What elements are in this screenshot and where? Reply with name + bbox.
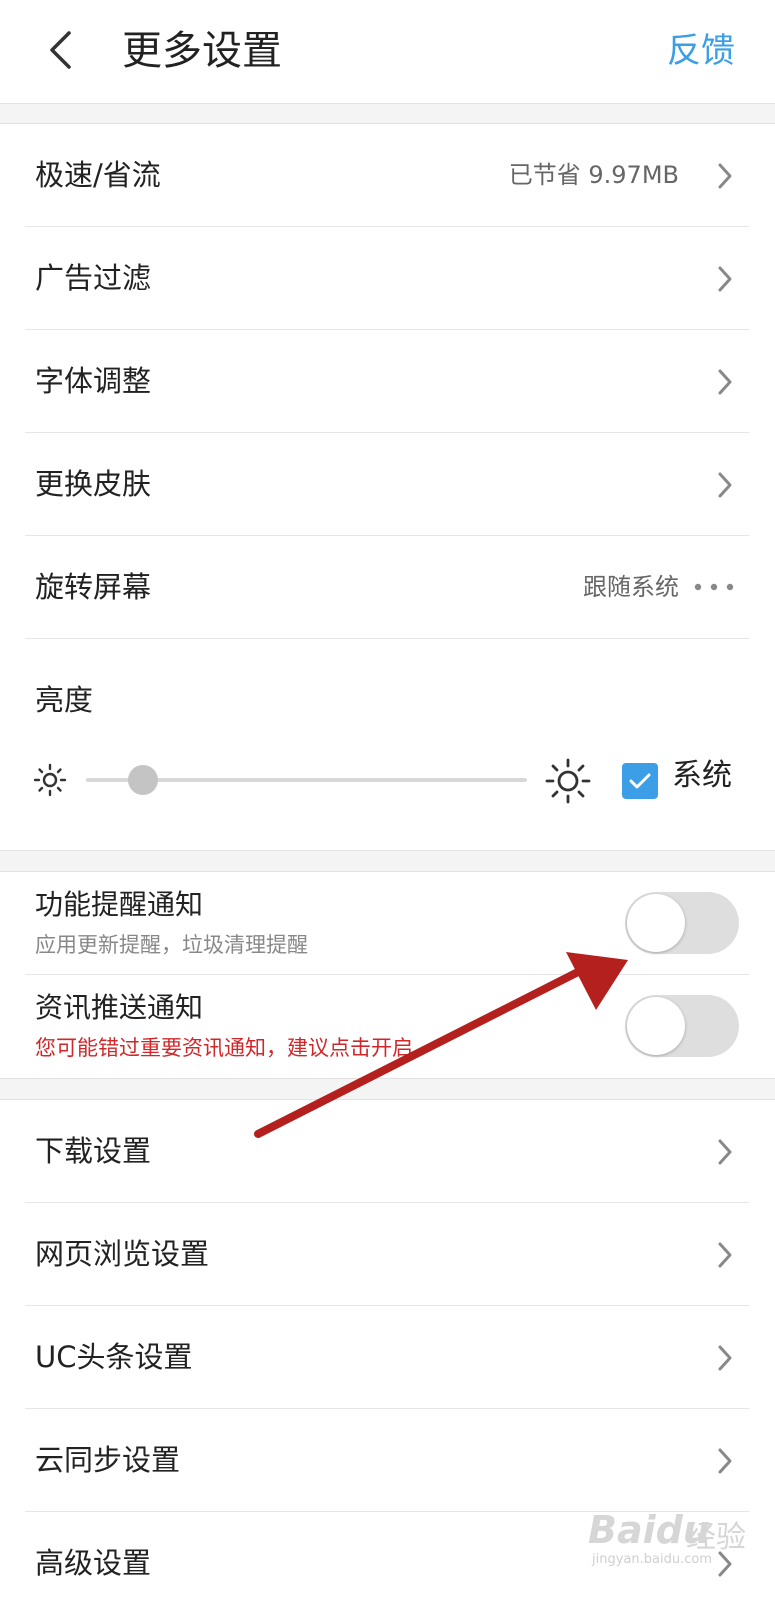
sun-dim-icon — [33, 763, 67, 797]
row-label: 云同步设置 — [35, 1443, 181, 1477]
row-value: 已节省 9.97MB — [508, 161, 679, 189]
row-label: 字体调整 — [35, 364, 152, 398]
news-push-toggle[interactable] — [625, 995, 739, 1057]
watermark-cn: 经验 — [686, 1520, 746, 1555]
notif-title: 功能提醒通知 — [35, 888, 204, 921]
section-gap — [0, 1078, 775, 1100]
feedback-button[interactable]: 反馈 — [667, 26, 735, 76]
toggle-knob — [627, 894, 685, 952]
chevron-right-icon — [718, 163, 732, 189]
chevron-right-icon — [718, 1448, 732, 1474]
chevron-right-icon — [718, 1139, 732, 1165]
page-title: 更多设置 — [122, 28, 282, 74]
chevron-right-icon — [718, 1345, 732, 1371]
chevron-left-icon — [50, 31, 71, 69]
settings-row-uc-headlines[interactable]: UC头条设置 — [25, 1306, 749, 1409]
brightness-label: 亮度 — [35, 683, 94, 717]
settings-row-download[interactable]: 下载设置 — [25, 1100, 749, 1203]
settings-row-web-browsing[interactable]: 网页浏览设置 — [25, 1203, 749, 1306]
row-value: 跟随系统 — [583, 573, 679, 601]
row-label: 网页浏览设置 — [35, 1237, 210, 1271]
settings-row-speed-saving[interactable]: 极速/省流 已节省 9.97MB — [25, 124, 749, 227]
feature-reminder-toggle[interactable] — [625, 892, 739, 954]
settings-row-font-size[interactable]: 字体调整 — [25, 330, 749, 433]
sun-bright-icon — [545, 758, 591, 804]
notif-row-feature-reminder: 功能提醒通知 应用更新提醒，垃圾清理提醒 — [25, 872, 749, 975]
notif-subtitle: 应用更新提醒，垃圾清理提醒 — [35, 933, 308, 957]
chevron-right-icon — [718, 266, 732, 292]
chevron-right-icon — [718, 1242, 732, 1268]
row-label: 广告过滤 — [35, 261, 152, 295]
row-label: 旋转屏幕 — [35, 570, 152, 604]
row-label: 更换皮肤 — [35, 467, 152, 501]
chevron-right-icon — [718, 369, 732, 395]
row-label: UC头条设置 — [35, 1340, 193, 1374]
notif-row-news-push: 资讯推送通知 您可能错过重要资讯通知，建议点击开启 — [25, 975, 749, 1078]
top-bar: 更多设置 反馈 — [0, 0, 775, 104]
chevron-right-icon — [718, 472, 732, 498]
system-brightness-checkbox[interactable] — [622, 763, 658, 799]
settings-row-skin[interactable]: 更换皮肤 — [25, 433, 749, 536]
watermark-url: jingyan.baidu.com — [592, 1552, 712, 1567]
row-label: 下载设置 — [35, 1134, 152, 1168]
check-icon — [629, 773, 651, 789]
settings-row-ad-filter[interactable]: 广告过滤 — [25, 227, 749, 330]
back-button[interactable] — [30, 18, 90, 82]
baidu-jingyan-watermark: Baidu 经验 jingyan.baidu.com — [588, 1508, 748, 1570]
settings-row-rotate-screen[interactable]: 旋转屏幕 跟随系统 — [25, 536, 749, 639]
system-brightness-label: 系统 — [672, 758, 732, 793]
brightness-slider-thumb[interactable] — [128, 765, 159, 795]
notif-subtitle-warning: 您可能错过重要资讯通知，建议点击开启 — [35, 1036, 413, 1060]
settings-row-cloud-sync[interactable]: 云同步设置 — [25, 1409, 749, 1512]
section-gap — [0, 104, 775, 124]
row-label: 高级设置 — [35, 1546, 152, 1580]
more-dots-icon — [694, 583, 734, 591]
row-label: 极速/省流 — [35, 158, 161, 192]
section-gap — [0, 850, 775, 872]
toggle-knob — [627, 997, 685, 1055]
notif-title: 资讯推送通知 — [35, 991, 204, 1024]
